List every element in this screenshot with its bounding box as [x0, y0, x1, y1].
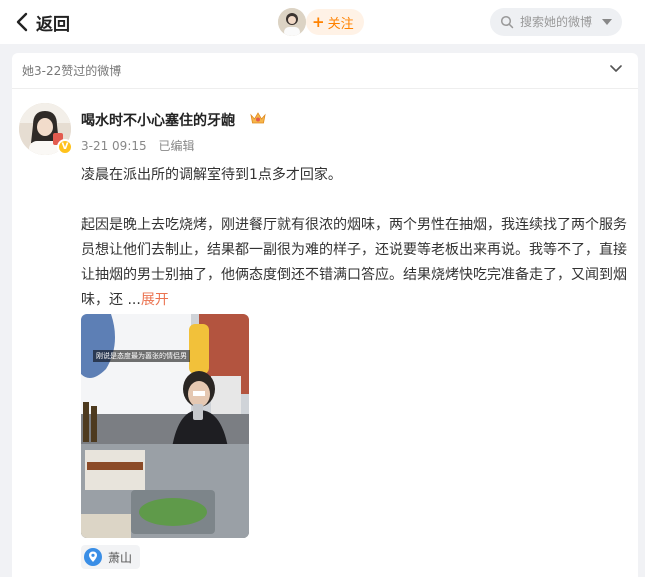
top-bar: 返回 + 关注: [0, 0, 645, 44]
image-caption: 刚说是态度最为嚣张的情侣男: [93, 350, 190, 362]
post-paragraph-1: 凌晨在派出所的调解室待到1点多才回家。: [81, 167, 342, 183]
post-body: 凌晨在派出所的调解室待到1点多才回家。 起因是晚上去吃烧烤，刚进餐厅就有很浓的烟…: [81, 163, 627, 313]
post-image[interactable]: 刚说是态度最为嚣张的情侣男: [81, 314, 249, 538]
post-date[interactable]: 3-21 09:15: [81, 139, 147, 153]
follow-label: 关注: [327, 16, 354, 32]
liked-header: 她3-22赞过的微博: [12, 53, 638, 89]
chevron-down-icon[interactable]: [610, 65, 622, 73]
header-avatar[interactable]: [278, 8, 306, 36]
search-input[interactable]: [520, 15, 600, 29]
post-card: 她3-22赞过的微博 V 喝水时不小心塞住的牙龅 3-21 09:15 已编辑 …: [12, 53, 638, 577]
follow-button[interactable]: + 关注: [306, 9, 364, 35]
location-pin-icon: [84, 548, 102, 566]
crown-icon: [250, 112, 266, 124]
back-button[interactable]: 返回: [14, 10, 70, 35]
back-arrow-icon: [16, 12, 28, 32]
dropdown-caret-icon[interactable]: [602, 19, 612, 25]
verified-icon: V: [57, 139, 73, 155]
plus-icon: +: [312, 13, 325, 31]
username[interactable]: 喝水时不小心塞住的牙龅: [81, 110, 235, 130]
post-avatar[interactable]: V: [19, 103, 73, 155]
edited-label: 已编辑: [158, 139, 195, 153]
back-label: 返回: [36, 14, 70, 35]
search-icon: [500, 15, 514, 29]
post-meta: 3-21 09:15 已编辑: [81, 137, 202, 154]
liked-text: 她3-22赞过的微博: [22, 64, 122, 78]
expand-link[interactable]: 展开: [141, 292, 169, 308]
location-label: 萧山: [108, 550, 133, 565]
location-tag[interactable]: 萧山: [81, 545, 141, 569]
post-paragraph-2: 起因是晚上去吃烧烤，刚进餐厅就有很浓的烟味，两个男性在抽烟，我连续找了两个服务员…: [81, 213, 627, 313]
search-box[interactable]: [490, 8, 622, 36]
